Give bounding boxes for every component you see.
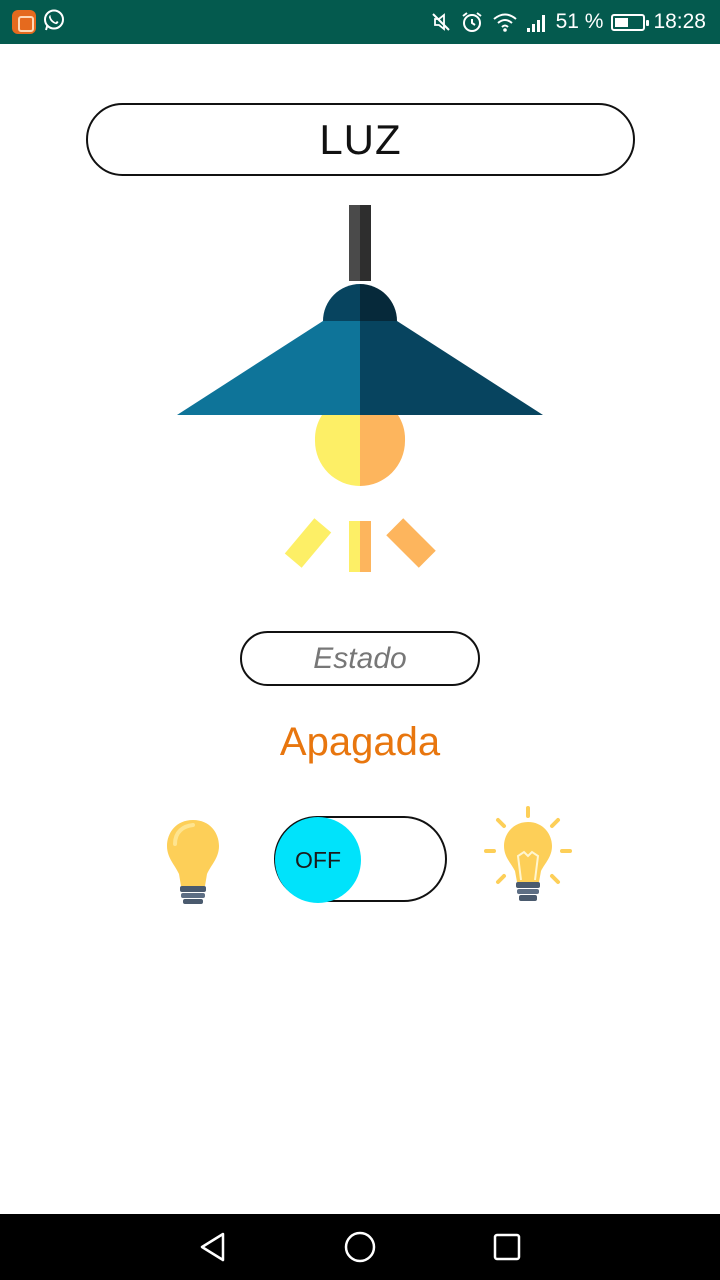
status-bar: 51 % 18:28 <box>0 0 720 44</box>
recents-icon <box>493 1233 521 1261</box>
light-rays <box>284 518 436 572</box>
light-toggle[interactable]: OFF <box>274 816 447 903</box>
status-icons: 51 % 18:28 <box>430 8 706 36</box>
recents-button[interactable] <box>467 1214 547 1280</box>
home-button[interactable] <box>320 1214 400 1280</box>
state-label: Estado <box>240 631 480 686</box>
back-icon <box>200 1232 225 1262</box>
back-button[interactable] <box>173 1214 253 1280</box>
home-icon <box>344 1231 376 1263</box>
navigation-bar <box>0 1214 720 1280</box>
toggle-knob[interactable]: OFF <box>275 817 361 903</box>
mute-icon <box>430 11 452 33</box>
page-title: LUZ <box>86 103 635 176</box>
bulb-on-icon <box>484 806 572 901</box>
battery-icon <box>611 13 650 31</box>
clock: 18:28 <box>653 10 706 33</box>
app-notification-icon <box>12 10 36 34</box>
alarm-icon <box>460 10 484 34</box>
notification-icons <box>12 8 66 37</box>
wifi-icon <box>492 11 518 33</box>
bulb-off-icon <box>167 820 219 904</box>
state-value: Apagada <box>279 720 441 764</box>
lamp-bulb <box>314 415 406 486</box>
battery-percent: 51 % <box>555 10 604 33</box>
whatsapp-icon <box>42 8 66 37</box>
signal-icon <box>526 11 548 33</box>
lamp-illustration <box>177 205 543 572</box>
battery-level <box>615 17 629 27</box>
lamp-cap <box>323 284 397 321</box>
lamp-shade <box>177 321 543 415</box>
lamp-cord <box>349 205 371 281</box>
